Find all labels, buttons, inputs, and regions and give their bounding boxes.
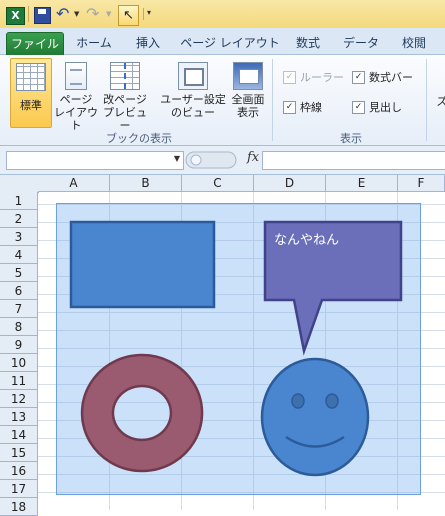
rectangle-shape[interactable] [69, 220, 216, 309]
smiley-left-eye [291, 393, 305, 409]
smiley-face-shape[interactable] [260, 357, 370, 477]
donut-shape[interactable] [80, 353, 204, 473]
drawing-layer [69, 220, 403, 477]
callout-text[interactable]: なんやねん [274, 229, 339, 248]
smiley-right-eye [325, 393, 339, 409]
